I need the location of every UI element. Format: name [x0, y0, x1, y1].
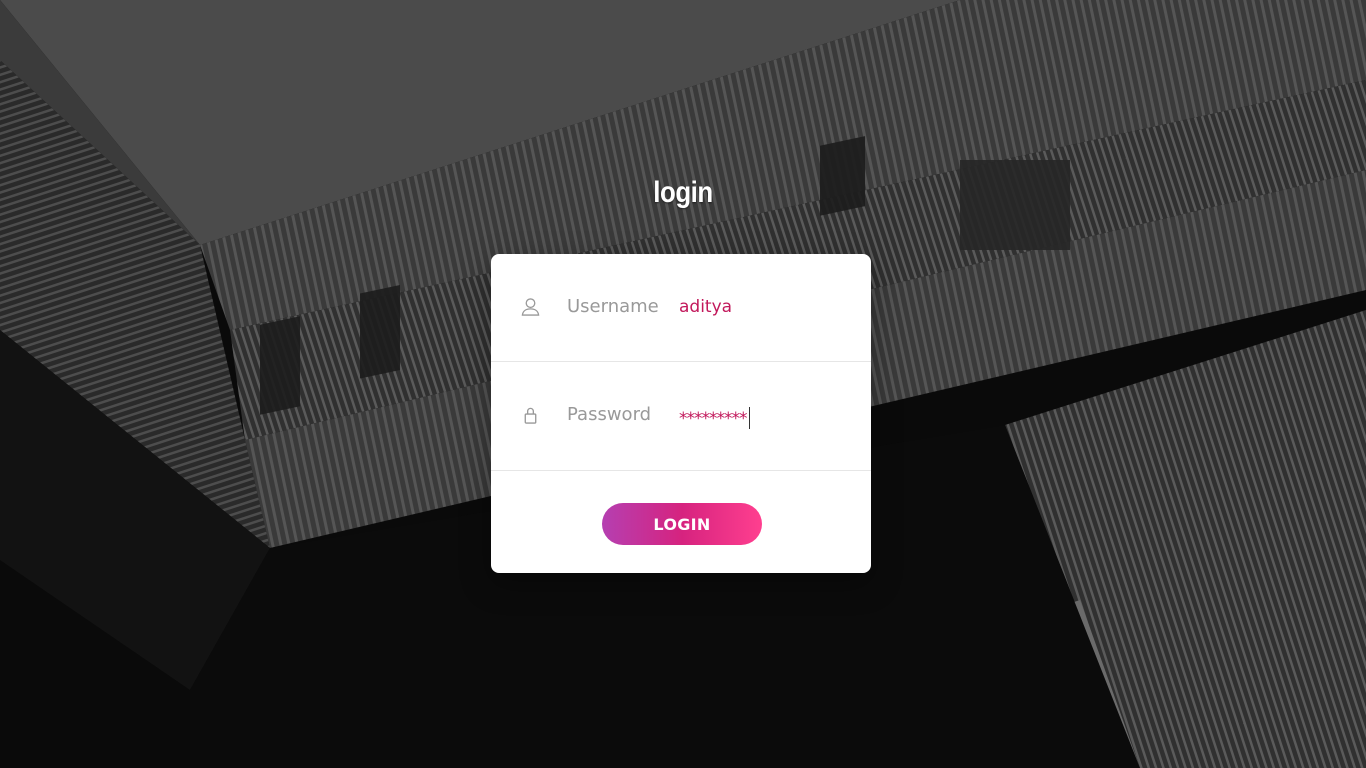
- login-button[interactable]: LOGIN: [602, 503, 762, 545]
- username-row: Username aditya: [491, 254, 871, 362]
- page-title: login: [653, 176, 713, 209]
- username-input[interactable]: aditya: [679, 297, 732, 317]
- text-cursor: [748, 407, 750, 429]
- login-page: login Username aditya Password *********: [0, 0, 1366, 768]
- lock-icon: [521, 406, 540, 425]
- password-label: Password: [567, 404, 652, 425]
- user-icon: [521, 297, 540, 316]
- username-label: Username: [567, 296, 659, 317]
- password-row: Password *********: [491, 362, 871, 471]
- login-form-card: Username aditya Password ********* LOGIN: [491, 254, 871, 573]
- password-input[interactable]: *********: [679, 407, 750, 429]
- password-masked-value: *********: [679, 409, 747, 429]
